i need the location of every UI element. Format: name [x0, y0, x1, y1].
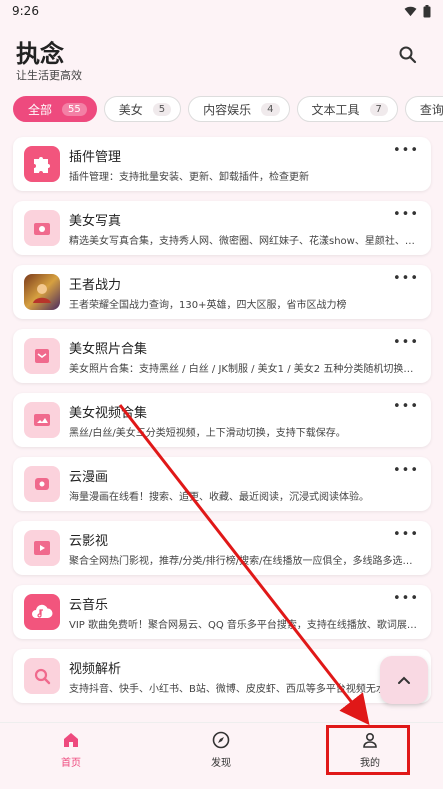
system-icons: [404, 4, 431, 18]
plugin-card[interactable]: 插件管理 插件管理：支持批量安装、更新、卸载插件，检查更新 •••: [13, 137, 431, 191]
search-button[interactable]: [397, 44, 419, 66]
plugin-card[interactable]: 云影视 聚合全网热门影视，推荐/分类/排行榜/搜索/在线播放一应俱全，多线路多选…: [13, 521, 431, 575]
battery-icon: [423, 4, 431, 17]
home-icon: [64, 733, 78, 747]
more-options-button[interactable]: •••: [393, 272, 419, 285]
chip-count: 5: [152, 102, 172, 116]
chip-label: 美女: [118, 102, 143, 117]
plugin-description: 精选美女写真合集，支持秀人网、微密圈、网红妹子、花漾show、星颜社、尤…: [69, 236, 417, 247]
more-options-button[interactable]: •••: [393, 464, 419, 477]
plugin-description: 王者荣耀全国战力查询，130+英雄，四大区服，省市区战力榜: [69, 300, 347, 311]
category-chip-all[interactable]: 全部 55: [13, 96, 97, 122]
app-header: 执念 让生活更高效: [0, 28, 443, 88]
plugin-title: 美女照片合集: [69, 342, 148, 357]
video-icon: [24, 402, 60, 438]
chevron-up-icon: [398, 676, 410, 684]
more-options-button[interactable]: •••: [393, 528, 419, 541]
more-options-button[interactable]: •••: [393, 144, 419, 157]
plugin-description: 插件管理：支持批量安装、更新、卸载插件，检查更新: [69, 172, 309, 183]
plugin-title: 云音乐: [69, 598, 109, 613]
plugin-title: 插件管理: [69, 150, 122, 165]
nav-label: 首页: [61, 758, 81, 769]
plugin-card[interactable]: 云音乐 VIP 歌曲免费听！聚合网易云、QQ 音乐多平台搜索，支持在线播放、歌词…: [13, 585, 431, 639]
search-icon: [399, 46, 417, 64]
plugin-title: 视频解析: [69, 662, 122, 677]
plugin-title: 云影视: [69, 534, 109, 549]
wifi-icon: [404, 6, 417, 16]
chip-label: 文本工具: [311, 102, 360, 117]
status-time: 9:26: [12, 4, 39, 18]
music-cloud-icon: [24, 594, 60, 630]
plugin-card[interactable]: 美女写真 精选美女写真合集，支持秀人网、微密圈、网红妹子、花漾show、星颜社、…: [13, 201, 431, 255]
compass-icon: [212, 731, 230, 749]
chip-count: 4: [261, 102, 280, 116]
plugin-description: 聚合全网热门影视，推荐/分类/排行榜/搜索/在线播放一应俱全，多线路多选集…: [69, 556, 417, 567]
chip-count: 55: [62, 102, 87, 116]
comic-icon: [24, 466, 60, 502]
puzzle-icon: [24, 146, 60, 182]
plugin-description: VIP 歌曲免费听！聚合网易云、QQ 音乐多平台搜索，支持在线播放、歌词展示…: [69, 620, 417, 631]
plugin-description: 支持抖音、快手、小红书、B站、微博、皮皮虾、西瓜等多平台视频无水…: [69, 684, 396, 695]
photo-album-icon: [24, 338, 60, 374]
more-options-button[interactable]: •••: [393, 592, 419, 605]
page-title: 执念: [16, 40, 64, 68]
plugin-description: 海量漫画在线看！搜索、追更、收藏、最近阅读，沉浸式阅读体验。: [69, 492, 369, 503]
category-chip-beauty[interactable]: 美女 5: [103, 96, 182, 122]
scroll-to-top-button[interactable]: [380, 656, 428, 704]
more-options-button[interactable]: •••: [393, 208, 419, 221]
plugin-title: 云漫画: [69, 470, 109, 485]
play-icon: [24, 530, 60, 566]
more-options-button[interactable]: •••: [393, 400, 419, 413]
video-search-icon: [24, 658, 60, 694]
plugin-title: 美女视频合集: [69, 406, 148, 421]
highlight-box-mine: [326, 725, 410, 775]
plugin-card[interactable]: 王者战力 王者荣耀全国战力查询，130+英雄，四大区服，省市区战力榜 •••: [13, 265, 431, 319]
plugin-description: 美女照片合集：支持黑丝 / 白丝 / JK制服 / 美女1 / 美女2 五种分类…: [69, 364, 417, 375]
plugin-title: 美女写真: [69, 214, 122, 229]
category-filter-bar: 全部 55 美女 5 内容娱乐 4 文本工具 7 查询工: [13, 96, 443, 124]
plugin-card[interactable]: 美女视频合集 黑丝/白丝/美女三分类短视频，上下滑动切换，支持下载保存。 •••: [13, 393, 431, 447]
category-chip-query[interactable]: 查询工: [404, 96, 443, 122]
more-options-button[interactable]: •••: [393, 336, 419, 349]
nav-home[interactable]: 首页: [31, 731, 111, 775]
plugin-card[interactable]: 云漫画 海量漫画在线看！搜索、追更、收藏、最近阅读，沉浸式阅读体验。 •••: [13, 457, 431, 511]
plugin-card[interactable]: 视频解析 支持抖音、快手、小红书、B站、微博、皮皮虾、西瓜等多平台视频无水…: [13, 649, 431, 703]
status-bar: 9:26: [0, 0, 443, 22]
plugin-description: 黑丝/白丝/美女三分类短视频，上下滑动切换，支持下载保存。: [69, 428, 346, 439]
chip-label: 全部: [28, 102, 53, 117]
game-avatar-icon: [24, 274, 60, 310]
nav-label: 发现: [211, 758, 231, 769]
chip-count: 7: [369, 102, 388, 116]
category-chip-text-tools[interactable]: 文本工具 7: [296, 96, 398, 122]
chip-label: 查询工: [419, 102, 443, 117]
nav-discover[interactable]: 发现: [181, 731, 261, 775]
camera-icon: [24, 210, 60, 246]
app-screen: 9:26 执念 让生活更高效 全部 55 美女 5 内容娱乐 4 文本工具 7 …: [0, 0, 443, 789]
plugin-title: 王者战力: [69, 278, 122, 293]
chip-label: 内容娱乐: [203, 102, 252, 117]
plugin-card[interactable]: 美女照片合集 美女照片合集：支持黑丝 / 白丝 / JK制服 / 美女1 / 美…: [13, 329, 431, 383]
page-subtitle: 让生活更高效: [16, 69, 82, 82]
category-chip-entertainment[interactable]: 内容娱乐 4: [188, 96, 290, 122]
